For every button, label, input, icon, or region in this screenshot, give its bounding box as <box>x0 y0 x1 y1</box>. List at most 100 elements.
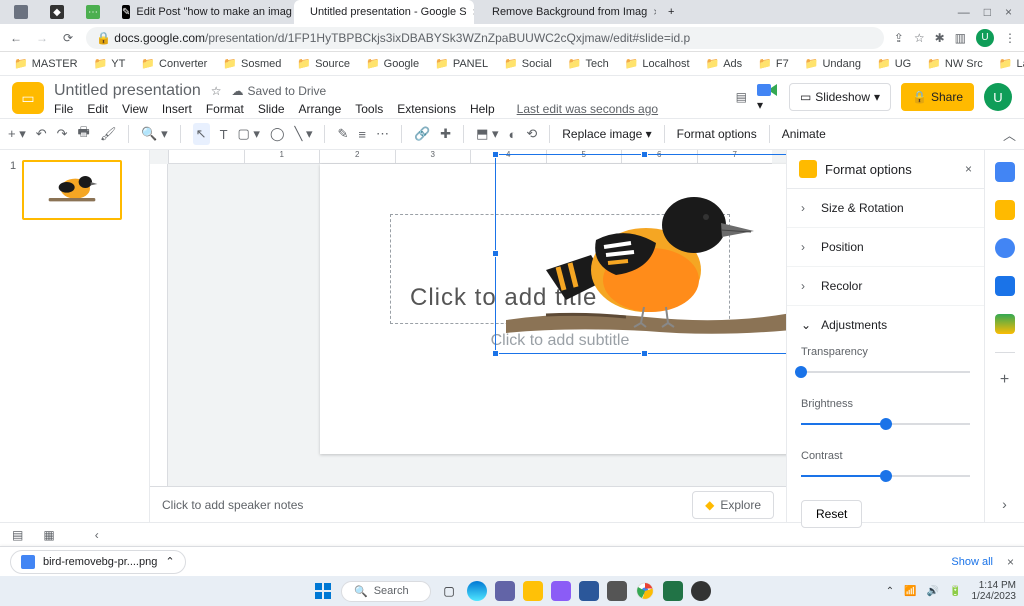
close-download-bar-button[interactable]: × <box>1007 555 1014 569</box>
slideshow-button[interactable]: ▭Slideshow▾ <box>789 83 891 111</box>
bookmark-folder[interactable]: 📁UG <box>871 55 917 72</box>
bookmark-folder[interactable]: 📁Land <box>993 55 1024 72</box>
line-button[interactable]: ╲ ▾ <box>295 126 313 142</box>
slide-thumbnail[interactable] <box>22 160 122 220</box>
undo-button[interactable]: ↶ <box>36 126 47 142</box>
show-all-downloads-button[interactable]: Show all <box>951 556 993 568</box>
format-options-button[interactable]: Format options <box>677 127 757 141</box>
bookmark-folder[interactable]: 📁YT <box>88 55 132 72</box>
bookmark-folder[interactable]: 📁NW Src <box>921 55 989 72</box>
bookmark-folder[interactable]: 📁Social <box>498 55 558 72</box>
print-button[interactable]: 🖶 <box>78 123 90 145</box>
app-icon[interactable] <box>551 581 571 601</box>
reload-button[interactable]: ⟳ <box>60 31 76 45</box>
collapse-filmstrip-button[interactable]: ‹ <box>95 528 99 542</box>
menu-arrange[interactable]: Arrange <box>299 102 342 116</box>
share-button[interactable]: 🔒Share <box>901 83 974 111</box>
menu-insert[interactable]: Insert <box>162 102 192 116</box>
tray-chevron-icon[interactable]: ⌃ <box>886 586 894 597</box>
resize-handle[interactable] <box>492 151 499 158</box>
grid-view-button[interactable]: ▦ <box>43 528 54 542</box>
browser-tab[interactable]: ◆ <box>40 0 74 24</box>
taskbar-search[interactable]: 🔍Search <box>341 581 431 602</box>
resize-handle[interactable] <box>641 350 648 357</box>
bookmark-folder[interactable]: 📁Google <box>360 55 425 72</box>
textbox-button[interactable]: T <box>220 127 228 142</box>
profile-avatar[interactable]: U <box>976 29 994 47</box>
star-icon[interactable]: ☆ <box>914 31 925 45</box>
recolor-section[interactable]: ›Recolor <box>787 267 984 306</box>
bookmark-folder[interactable]: 📁Ads <box>700 55 749 72</box>
app-icon[interactable] <box>607 581 627 601</box>
browser-tab[interactable] <box>4 0 38 24</box>
chevron-up-icon[interactable]: ⌃ <box>165 555 174 568</box>
shape-button[interactable]: ◯ <box>270 126 285 142</box>
volume-icon[interactable]: 🔊 <box>927 586 939 597</box>
extension-icon[interactable]: ✱ <box>935 31 945 45</box>
bird-image[interactable] <box>496 155 786 355</box>
browser-tab-active[interactable]: Untitled presentation - Google S× <box>294 0 474 24</box>
crop-button[interactable]: ⬒ ▾ <box>476 126 498 142</box>
bookmark-folder[interactable]: 📁Undang <box>799 55 867 72</box>
tasks-icon[interactable] <box>995 238 1015 258</box>
mask-button[interactable]: ◐ <box>509 127 517 142</box>
star-icon[interactable]: ☆ <box>211 84 222 98</box>
menu-slide[interactable]: Slide <box>258 102 285 116</box>
close-panel-button[interactable]: × <box>965 162 972 176</box>
redo-button[interactable]: ↷ <box>57 126 68 142</box>
size-rotation-section[interactable]: ›Size & Rotation <box>787 189 984 228</box>
bookmark-folder[interactable]: 📁Source <box>291 55 356 72</box>
border-weight-button[interactable]: ≡ <box>358 127 366 142</box>
slide[interactable]: Click to add title Click to add subtitle <box>320 164 786 454</box>
animate-button[interactable]: Animate <box>782 127 826 141</box>
brightness-slider[interactable] <box>801 416 970 432</box>
chrome-icon[interactable] <box>635 581 655 601</box>
collapse-toolbar-button[interactable]: ︿ <box>1003 125 1016 144</box>
bookmark-folder[interactable]: 📁PANEL <box>429 55 494 72</box>
menu-tools[interactable]: Tools <box>355 102 383 116</box>
menu-file[interactable]: File <box>54 102 73 116</box>
border-color-button[interactable]: ✎ <box>337 126 348 142</box>
add-addon-button[interactable]: + <box>1000 371 1009 389</box>
excel-icon[interactable] <box>663 581 683 601</box>
explore-button[interactable]: ◆ Explore <box>692 491 774 519</box>
bookmark-folder[interactable]: 📁Sosmed <box>217 55 287 72</box>
calendar-icon[interactable] <box>995 162 1015 182</box>
browser-tab[interactable]: ⋯ <box>76 0 110 24</box>
menu-extensions[interactable]: Extensions <box>397 102 456 116</box>
new-slide-button[interactable]: + ▾ <box>8 126 26 142</box>
back-button[interactable]: ← <box>8 31 24 45</box>
url-input[interactable]: 🔒 docs.google.com/presentation/d/1FP1HyT… <box>86 27 884 49</box>
reset-button[interactable]: Reset <box>801 500 862 528</box>
position-section[interactable]: ›Position <box>787 228 984 267</box>
bookmark-folder[interactable]: 📁F7 <box>752 55 795 72</box>
presentation-title[interactable]: Untitled presentation <box>54 82 201 100</box>
resize-handle[interactable] <box>492 350 499 357</box>
forward-button[interactable]: → <box>34 31 50 45</box>
download-chip[interactable]: bird-removebg-pr....png ⌃ <box>10 550 186 574</box>
bookmark-folder[interactable]: 📁MASTER <box>8 55 84 72</box>
reading-list-icon[interactable]: ▥ <box>955 31 966 45</box>
system-clock[interactable]: 1:14 PM 1/24/2023 <box>972 580 1017 602</box>
slide-canvas[interactable]: 1234567 Click to add title Click to add … <box>150 150 786 522</box>
media-icon[interactable] <box>691 581 711 601</box>
battery-icon[interactable]: 🔋 <box>949 586 961 597</box>
transparency-slider[interactable] <box>801 364 970 380</box>
contrast-slider[interactable] <box>801 468 970 484</box>
start-button[interactable] <box>313 581 333 601</box>
task-view-button[interactable]: ▢ <box>439 581 459 601</box>
wifi-icon[interactable]: 📶 <box>904 586 916 597</box>
window-close-button[interactable]: × <box>1005 5 1012 19</box>
bookmark-folder[interactable]: 📁Localhost <box>619 55 696 72</box>
window-maximize-button[interactable]: □ <box>984 5 991 19</box>
zoom-button[interactable]: 🔍 ▾ <box>141 126 167 142</box>
last-edit-status[interactable]: Last edit was seconds ago <box>517 102 658 116</box>
browser-tab[interactable]: ✎Edit Post "how to make an imag <box>112 0 292 24</box>
maps-icon[interactable] <box>995 314 1015 334</box>
contacts-icon[interactable] <box>995 276 1015 296</box>
bookmark-folder[interactable]: 📁Tech <box>562 55 615 72</box>
paint-format-button[interactable]: 🖌 <box>100 126 117 142</box>
image-button[interactable]: ▢ ▾ <box>238 126 260 142</box>
account-avatar[interactable]: U <box>984 83 1012 111</box>
menu-edit[interactable]: Edit <box>87 102 108 116</box>
